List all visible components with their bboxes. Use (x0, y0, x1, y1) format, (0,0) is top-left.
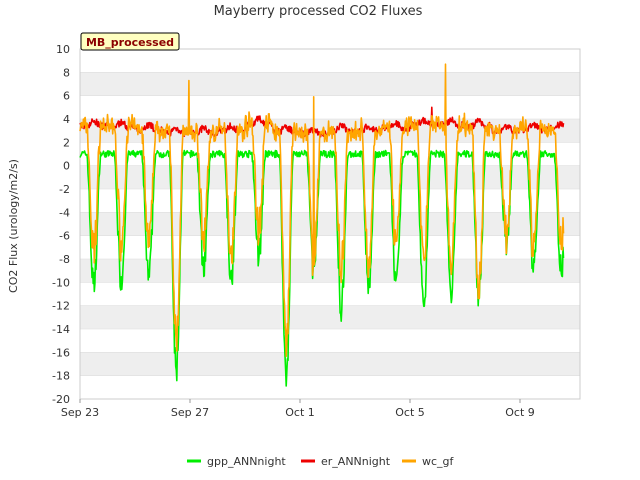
y-tick-label: -2 (59, 183, 70, 196)
grid-band (80, 259, 580, 283)
x-tick-label: Oct 9 (505, 406, 535, 419)
legend-label: er_ANNnight (321, 455, 391, 468)
dataset-badge: MB_processed (80, 32, 180, 51)
flux-chart: Mayberry processed CO2 Fluxes 10 8 6 4 2 0 -2 -… (7, 4, 581, 468)
legend: gpp_ANNnight er_ANNnight wc_gf (187, 455, 455, 468)
y-axis: 10 8 6 4 2 0 -2 -4 -6 -8 -10 -12 -14 -16 -18 -20 (52, 43, 70, 406)
legend-label: wc_gf (422, 455, 455, 468)
y-tick-label: 2 (63, 136, 70, 149)
y-tick-label: -8 (59, 253, 70, 266)
y-axis-label: CO2 Flux (urology/m2/s) (7, 159, 20, 293)
x-axis: Sep 23 Sep 27 Oct 1 Oct 5 Oct 9 (61, 399, 535, 419)
y-tick-label: -4 (59, 206, 70, 219)
y-tick-label: -16 (52, 346, 70, 359)
chart-title: Mayberry processed CO2 Fluxes (214, 4, 423, 19)
y-tick-label: -18 (52, 370, 70, 383)
y-tick-label: -6 (59, 230, 70, 243)
x-tick-label: Sep 27 (171, 406, 209, 419)
x-tick-label: Sep 23 (61, 406, 99, 419)
x-tick-label: Oct 5 (395, 406, 425, 419)
y-tick-label: -10 (52, 276, 70, 289)
legend-label: gpp_ANNnight (207, 455, 286, 468)
y-tick-label: 6 (63, 90, 70, 103)
y-tick-label: 10 (56, 43, 70, 56)
x-tick-label: Oct 1 (285, 406, 315, 419)
y-tick-label: 8 (63, 66, 70, 79)
grid-band (80, 352, 580, 376)
grid-band (80, 72, 580, 96)
y-tick-label: 0 (63, 160, 70, 173)
y-tick-label: -20 (52, 393, 70, 406)
y-tick-label: 4 (63, 113, 70, 126)
y-tick-label: -12 (52, 300, 70, 313)
y-tick-label: -14 (52, 323, 70, 336)
grid-band (80, 305, 580, 329)
badge-label: MB_processed (86, 36, 174, 49)
